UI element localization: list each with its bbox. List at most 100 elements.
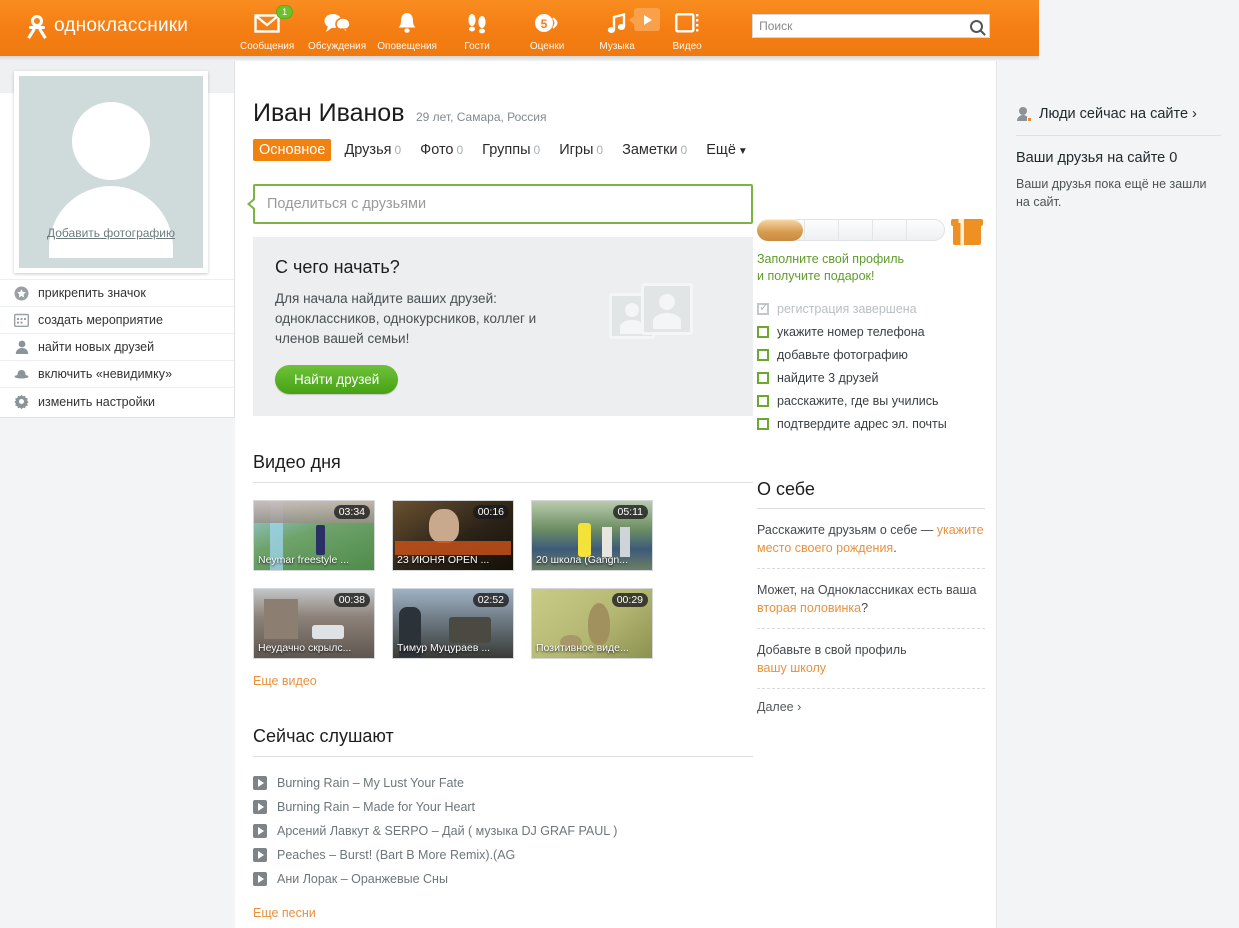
checklist-item-phone[interactable]: укажите номер телефона (757, 320, 985, 343)
checklist-label[interactable]: найдите 3 друзей (777, 371, 878, 385)
checklist-item-photo[interactable]: добавьте фотографию (757, 343, 985, 366)
video-card[interactable]: 02:52 Тимур Муцураев ... (392, 588, 514, 659)
play-icon[interactable] (253, 824, 267, 838)
play-icon[interactable] (253, 872, 267, 886)
nav-item-notifications[interactable]: Оповещения (372, 6, 442, 52)
get-started-card: С чего начать? Для начала найдите ваших … (253, 237, 753, 416)
checklist-label[interactable]: расскажите, где вы учились (777, 394, 939, 408)
tab-groups[interactable]: Группы0 (476, 139, 546, 161)
partner-link[interactable]: вторая половинка (757, 601, 861, 615)
tab-label: Основное (259, 142, 325, 158)
list-item[interactable]: Burning Rain – Made for Your Heart (253, 795, 753, 819)
find-friends-button[interactable]: Найти друзей (275, 365, 398, 394)
sidebar-item-find-new-friends[interactable]: найти новых друзей (0, 334, 234, 361)
video-title: Neymar freestyle ... (254, 552, 374, 570)
track-title: Арсений Лавкут & SERPO – Дай ( музыка DJ… (277, 824, 617, 838)
checkbox-icon[interactable] (757, 349, 769, 361)
share-status-box[interactable]: Поделиться с друзьями (253, 184, 753, 224)
checkbox-icon[interactable] (757, 395, 769, 407)
about-more-link[interactable]: Далее › (757, 700, 985, 714)
site-logo[interactable]: одноклассники (28, 15, 188, 37)
checklist-label[interactable]: укажите номер телефона (777, 325, 925, 339)
people-online-header[interactable]: Люди сейчас на сайте › (1016, 106, 1221, 122)
video-title: 20 школа (Gangn... (532, 552, 652, 570)
main-nav: 1 Сообщения Обсуждения Оповещения Гости (232, 6, 722, 52)
checkbox-icon[interactable] (757, 418, 769, 430)
person-icon (14, 340, 29, 355)
search-input[interactable] (759, 19, 970, 33)
checklist-label: регистрация завершена (777, 302, 917, 316)
video-duration: 00:29 (612, 593, 648, 607)
checklist-item-friends[interactable]: найдите 3 друзей (757, 366, 985, 389)
play-icon[interactable] (253, 848, 267, 862)
nav-item-guests[interactable]: Гости (442, 6, 512, 52)
progress-fill (757, 219, 803, 241)
sidebar-item-change-settings[interactable]: изменить настройки (0, 388, 234, 415)
tab-count: 0 (681, 143, 688, 157)
list-item[interactable]: Ани Лорак – Оранжевые Сны (253, 867, 753, 891)
video-card[interactable]: 03:34 Neymar freestyle ... (253, 500, 375, 571)
rating-five-icon: 5 (534, 10, 560, 36)
tab-friends[interactable]: Друзья0 (338, 139, 407, 161)
footprints-icon (466, 10, 488, 36)
video-card[interactable]: 05:11 20 школа (Gangn... (531, 500, 653, 571)
sidebar-item-label: создать мероприятие (38, 313, 163, 327)
video-card[interactable]: 00:16 23 ИЮНЯ OPEN ... (392, 500, 514, 571)
get-started-text: Для начала найдите ваших друзей: однокла… (275, 289, 580, 349)
main-content: Иван Иванов 29 лет, Самара, Россия Основ… (235, 61, 997, 928)
search-box[interactable] (752, 14, 990, 38)
video-grid: 03:34 Neymar freestyle ... 00:16 23 ИЮНЯ… (253, 500, 753, 659)
checkbox-icon[interactable] (757, 372, 769, 384)
nav-item-discussions[interactable]: Обсуждения (302, 6, 372, 52)
tab-more[interactable]: Ещё▼ (700, 139, 754, 161)
sidebar-item-label: прикрепить значок (38, 286, 146, 300)
nav-item-music[interactable]: Музыка (582, 6, 652, 52)
hat-icon (14, 367, 29, 382)
checklist-label[interactable]: добавьте фотографию (777, 348, 908, 362)
tab-label: Друзья (344, 142, 391, 158)
sidebar-item-create-event[interactable]: создать мероприятие (0, 307, 234, 334)
ok-logo-icon (28, 15, 46, 37)
tab-games[interactable]: Игры0 (553, 139, 609, 161)
list-item[interactable]: Burning Rain – My Lust Your Fate (253, 771, 753, 795)
tab-notes[interactable]: Заметки0 (616, 139, 693, 161)
school-link[interactable]: вашу школу (757, 661, 826, 675)
tab-photos[interactable]: Фото0 (414, 139, 469, 161)
tab-count: 0 (456, 143, 463, 157)
more-songs-link[interactable]: Еще песни (253, 906, 316, 920)
nav-item-video[interactable]: Видео (652, 6, 722, 52)
speech-bubbles-icon (323, 10, 351, 36)
magnifier-icon[interactable] (970, 20, 983, 33)
checklist-item-email[interactable]: подтвердите адрес эл. почты (757, 412, 985, 435)
tab-osnovnoe[interactable]: Основное (253, 139, 331, 161)
list-item[interactable]: Арсений Лавкут & SERPO – Дай ( музыка DJ… (253, 819, 753, 843)
more-videos-link[interactable]: Еще видео (253, 674, 317, 688)
sidebar-item-invisible-mode[interactable]: включить «невидимку» (0, 361, 234, 388)
gift-promo-text: Заполните свой профиль и получите подаро… (757, 251, 985, 285)
video-card[interactable]: 00:29 Позитивное виде... (531, 588, 653, 659)
sidebar-item-attach-badge[interactable]: прикрепить значок (0, 280, 234, 307)
share-placeholder: Поделиться с друзьями (267, 196, 426, 212)
video-of-day-section: Видео дня 03:34 Neymar freestyle ... (253, 452, 753, 690)
video-title: 23 ИЮНЯ OPEN ... (393, 552, 513, 570)
nav-label: Сообщения (240, 41, 294, 52)
video-duration: 05:11 (613, 505, 649, 519)
gift-promo-line2: и получите подарок! (757, 268, 985, 285)
tab-count: 0 (596, 143, 603, 157)
play-icon[interactable] (253, 800, 267, 814)
nav-item-ratings[interactable]: 5 Оценки (512, 6, 582, 52)
list-item[interactable]: Peaches – Burst! (Bart B More Remix).(AG (253, 843, 753, 867)
checklist-item-education[interactable]: расскажите, где вы учились (757, 389, 985, 412)
video-card[interactable]: 00:38 Неудачно скрылс... (253, 588, 375, 659)
avatar-card[interactable]: Добавить фотографию (14, 71, 208, 273)
nav-label: Оповещения (377, 41, 437, 52)
profile-meta: 29 лет, Самара, Россия (416, 110, 547, 124)
play-icon[interactable] (253, 776, 267, 790)
add-photo-link[interactable]: Добавить фотографию (19, 226, 203, 240)
top-navigation-bar: одноклассники 1 Сообщения Обсуждения Опо… (0, 0, 1039, 56)
nav-item-messages[interactable]: 1 Сообщения (232, 6, 302, 52)
checklist-label[interactable]: подтвердите адрес эл. почты (777, 417, 947, 431)
profile-tabs: Основное Друзья0 Фото0 Группы0 Игры0 Зам… (253, 139, 996, 161)
about-text: Расскажите друзьям о себе — (757, 523, 937, 537)
checkbox-icon[interactable] (757, 326, 769, 338)
